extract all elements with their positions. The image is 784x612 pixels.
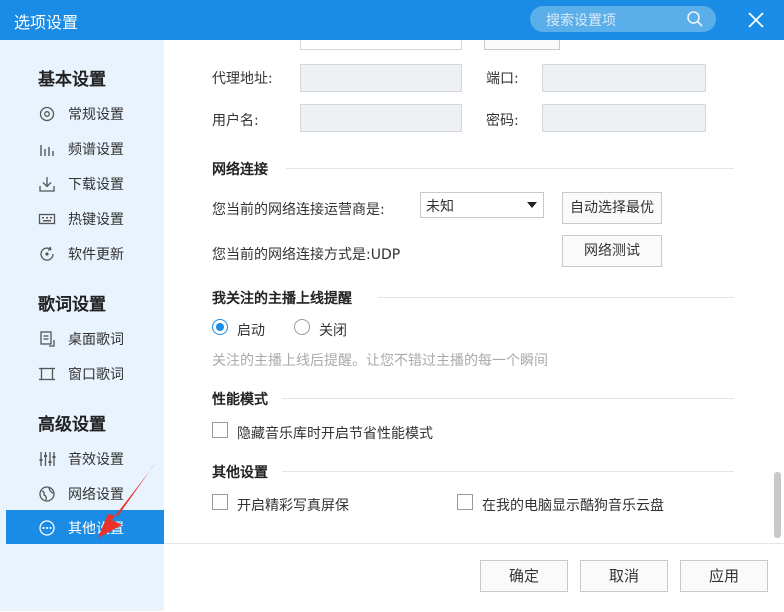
sidebar-item-hotkey[interactable]: 热键设置 (0, 201, 164, 235)
search-input[interactable]: 搜索设置项 (546, 10, 616, 30)
sidebar-item-label: 热键设置 (68, 212, 124, 228)
sidebar-item-label: 下载设置 (68, 177, 124, 193)
performance-mode-checkbox[interactable] (212, 422, 228, 438)
network-icon (39, 486, 55, 502)
network-isp-label: 您当前的网络连接运营商是: (212, 202, 385, 218)
dialog-footer: 确定 取消 应用 (164, 543, 784, 612)
section-advanced-heading: 高级设置 (38, 415, 106, 435)
sidebar-item-label: 软件更新 (68, 247, 124, 263)
more-icon (39, 520, 55, 536)
spectrum-icon (40, 145, 54, 156)
ok-button[interactable]: 确定 (480, 560, 568, 592)
gear-icon (39, 106, 55, 122)
section-basic-heading: 基本设置 (38, 70, 106, 90)
cloud-disk-checkbox[interactable] (457, 494, 473, 510)
chevron-down-icon (527, 202, 537, 208)
search-icon[interactable] (686, 10, 704, 28)
download-icon (39, 177, 55, 192)
close-icon[interactable] (744, 9, 768, 31)
proxy-port-input[interactable] (542, 64, 706, 92)
scrollbar-thumb[interactable] (774, 472, 781, 538)
proxy-username-label: 用户名: (212, 113, 259, 129)
proxy-password-input[interactable] (542, 104, 706, 132)
section-divider (378, 297, 734, 298)
sidebar-item-label: 频谱设置 (68, 142, 124, 158)
settings-content: 代理地址: 端口: 用户名: 密码: 网络连接 您当前的网络连接运营商是: 未知… (164, 40, 784, 543)
sidebar-item-label: 音效设置 (68, 452, 124, 468)
sidebar-item-other[interactable]: 其他设置 (6, 510, 164, 544)
network-section-title: 网络连接 (212, 162, 268, 178)
proxy-type-select[interactable] (300, 40, 462, 50)
network-test-button[interactable]: 网络测试 (562, 235, 662, 267)
section-lyrics-heading: 歌词设置 (38, 295, 106, 315)
anchor-hint-text: 关注的主播上线后提醒。让您不错过主播的每一个瞬间 (212, 353, 548, 369)
other-section-title: 其他设置 (212, 465, 268, 481)
anchor-section-title: 我关注的主播上线提醒 (212, 291, 352, 307)
isp-select[interactable]: 未知 (420, 192, 544, 218)
sidebar-item-spectrum[interactable]: 频谱设置 (0, 131, 164, 165)
update-icon (40, 246, 54, 261)
anchor-disable-label: 关闭 (319, 323, 347, 339)
network-method-label: 您当前的网络连接方式是:UDP (212, 247, 401, 263)
screensaver-label: 开启精彩写真屏保 (237, 498, 349, 514)
proxy-username-input[interactable] (300, 104, 462, 132)
sidebar-item-label: 常规设置 (68, 107, 124, 123)
sidebar-item-label: 其他设置 (68, 521, 124, 537)
proxy-address-label: 代理地址: (212, 71, 273, 87)
section-divider (282, 471, 734, 472)
isp-select-value: 未知 (426, 199, 454, 215)
sidebar-item-label: 窗口歌词 (68, 367, 124, 383)
performance-section-title: 性能模式 (212, 392, 268, 408)
search-box[interactable]: 搜索设置项 (530, 6, 716, 32)
window-title: 选项设置 (14, 13, 79, 32)
sidebar-item-sound-effects[interactable]: 音效设置 (0, 441, 164, 475)
sidebar-item-network[interactable]: 网络设置 (0, 476, 164, 510)
anchor-disable-radio[interactable] (294, 319, 310, 335)
proxy-address-input[interactable] (300, 64, 462, 92)
sidebar-item-general[interactable]: 常规设置 (0, 96, 164, 130)
sidebar-item-window-lyrics[interactable]: 窗口歌词 (0, 356, 164, 390)
section-divider (286, 168, 734, 169)
proxy-port-label: 端口: (486, 71, 519, 87)
section-divider (282, 398, 734, 399)
apply-button[interactable]: 应用 (680, 560, 768, 592)
scrollbar-track[interactable] (770, 40, 784, 543)
sidebar-item-desktop-lyrics[interactable]: 桌面歌词 (0, 321, 164, 355)
proxy-password-label: 密码: (486, 113, 519, 129)
sidebar-item-update[interactable]: 软件更新 (0, 236, 164, 270)
sidebar: 基本设置 常规设置 频谱设置 下载设置 热键设置 软件更新 歌词设置 桌面歌词 … (0, 40, 164, 611)
window-lyrics-icon (39, 367, 55, 381)
cancel-button[interactable]: 取消 (580, 560, 668, 592)
anchor-enable-label: 启动 (237, 323, 265, 339)
cloud-disk-label: 在我的电脑显示酷狗音乐云盘 (482, 498, 664, 514)
anchor-enable-radio[interactable] (212, 319, 228, 335)
sidebar-item-label: 网络设置 (68, 487, 124, 503)
desktop-lyrics-icon (40, 331, 55, 347)
screensaver-checkbox[interactable] (212, 494, 228, 510)
proxy-test-button[interactable] (484, 40, 560, 50)
sidebar-item-label: 桌面歌词 (68, 332, 124, 348)
keyboard-icon (38, 213, 56, 225)
title-bar: 选项设置 搜索设置项 (0, 0, 784, 40)
equalizer-icon (39, 452, 56, 466)
sidebar-item-download[interactable]: 下载设置 (0, 166, 164, 200)
performance-mode-label: 隐藏音乐库时开启节省性能模式 (237, 426, 433, 442)
auto-select-best-button[interactable]: 自动选择最优 (562, 192, 662, 224)
